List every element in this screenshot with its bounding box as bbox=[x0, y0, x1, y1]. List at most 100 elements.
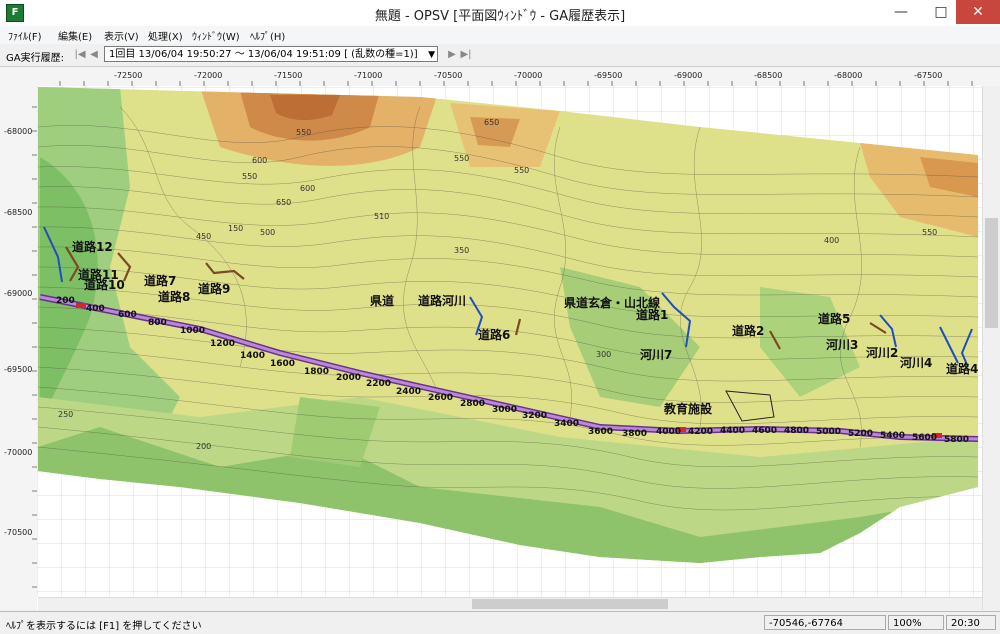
close-button[interactable]: ✕ bbox=[956, 0, 1000, 24]
station-label: 800 bbox=[148, 318, 167, 328]
station-label: 3800 bbox=[622, 429, 647, 439]
elevation-label: 300 bbox=[596, 350, 611, 359]
station-label: 3200 bbox=[522, 411, 547, 421]
station-label: 3000 bbox=[492, 405, 517, 415]
status-bar: ﾍﾙﾌﾟを表示するには [F1] を押してください -70546,-67764 … bbox=[0, 611, 1000, 634]
station-label: 2000 bbox=[336, 373, 361, 383]
ruler-x-label: -72500 bbox=[114, 71, 142, 80]
station-label: 4400 bbox=[720, 426, 745, 436]
elevation-label: 250 bbox=[58, 410, 73, 419]
first-icon[interactable]: |◀ bbox=[74, 48, 86, 62]
ga-history-label: GA実行履歴: bbox=[6, 53, 64, 64]
station-label: 1000 bbox=[180, 326, 205, 336]
ruler-x-label: -67500 bbox=[914, 71, 942, 80]
feature-label: 河川 bbox=[441, 293, 466, 308]
elevation-label: 510 bbox=[374, 212, 389, 221]
elevation-label: 500 bbox=[260, 228, 275, 237]
station-label: 5800 bbox=[944, 435, 969, 445]
menu-edit[interactable]: 編集(E) bbox=[58, 28, 92, 43]
feature-label: 道路10 bbox=[84, 277, 125, 292]
station-label: 2400 bbox=[396, 387, 421, 397]
elevation-label: 550 bbox=[296, 128, 311, 137]
ga-history-value: 1回目 13/06/04 19:50:27 ～ 13/06/04 19:51:0… bbox=[109, 49, 418, 60]
menu-process[interactable]: 処理(X) bbox=[148, 28, 183, 43]
menu-view[interactable]: 表示(V) bbox=[104, 28, 139, 43]
ruler-x-label: -68500 bbox=[754, 71, 782, 80]
station-label: 1200 bbox=[210, 339, 235, 349]
station-label: 1600 bbox=[270, 359, 295, 369]
menu-file[interactable]: ﾌｧｲﾙ(F) bbox=[8, 28, 42, 43]
elevation-label: 550 bbox=[242, 172, 257, 181]
feature-label: 教育施設 bbox=[663, 401, 713, 416]
prev-icon[interactable]: ◀ bbox=[88, 48, 100, 62]
last-icon[interactable]: ▶| bbox=[460, 48, 472, 62]
feature-label: 道路 bbox=[418, 293, 443, 308]
feature-label: 道路9 bbox=[198, 281, 230, 296]
feature-label: 河川3 bbox=[825, 337, 858, 352]
ruler-y-label: -70000 bbox=[4, 448, 32, 457]
status-help-text: ﾍﾙﾌﾟを表示するには [F1] を押してください bbox=[6, 621, 202, 632]
feature-label: 道路1 bbox=[636, 307, 668, 322]
ruler-x-label: -71000 bbox=[354, 71, 382, 80]
feature-label: 県道 bbox=[370, 293, 394, 308]
station-label: 4200 bbox=[688, 427, 713, 437]
station-label: 2200 bbox=[366, 379, 391, 389]
station-label: 3600 bbox=[588, 427, 613, 437]
elevation-label: 600 bbox=[300, 184, 315, 193]
station-label: 3400 bbox=[554, 419, 579, 429]
station-label: 1400 bbox=[240, 351, 265, 361]
chevron-down-icon[interactable]: ▼ bbox=[428, 47, 435, 63]
elevation-label: 550 bbox=[514, 166, 529, 175]
horizontal-scrollbar[interactable] bbox=[38, 597, 982, 611]
map-window[interactable]: -72500 -72000 -71500 -71000 -70500 -7000… bbox=[0, 67, 1000, 610]
station-label: 2600 bbox=[428, 393, 453, 403]
elevation-label: 650 bbox=[484, 118, 499, 127]
elevation-label: 450 bbox=[196, 232, 211, 241]
station-label: 2800 bbox=[460, 399, 485, 409]
station-label: 4600 bbox=[752, 426, 777, 436]
ruler-y-label: -68500 bbox=[4, 208, 32, 217]
ruler-x-label: -71500 bbox=[274, 71, 302, 80]
ruler-x-label: -70000 bbox=[514, 71, 542, 80]
vertical-scrollbar[interactable] bbox=[982, 86, 1000, 610]
horizontal-scroll-thumb[interactable] bbox=[472, 599, 668, 609]
station-label: 4000 bbox=[656, 427, 681, 437]
station-label: 400 bbox=[86, 304, 105, 314]
elevation-label: 150 bbox=[228, 224, 243, 233]
ga-history-select[interactable]: 1回目 13/06/04 19:50:27 ～ 13/06/04 19:51:0… bbox=[104, 46, 438, 62]
status-coordinates: -70546,-67764 bbox=[764, 615, 886, 630]
station-label: 200 bbox=[56, 296, 75, 306]
feature-label: 道路5 bbox=[818, 311, 850, 326]
ruler-y-label: -68000 bbox=[4, 127, 32, 136]
elevation-label: 600 bbox=[252, 156, 267, 165]
station-label: 1800 bbox=[304, 367, 329, 377]
menu-window[interactable]: ｳｨﾝﾄﾞｳ(W) bbox=[192, 28, 240, 43]
minimize-button[interactable]: — bbox=[880, 0, 922, 24]
ruler-y-label: -70500 bbox=[4, 528, 32, 537]
elevation-label: 350 bbox=[454, 246, 469, 255]
elevation-label: 400 bbox=[824, 236, 839, 245]
station-label: 4800 bbox=[784, 426, 809, 436]
plan-view-map[interactable]: -72500 -72000 -71500 -71000 -70500 -7000… bbox=[0, 67, 1000, 610]
ruler-y-label: -69000 bbox=[4, 289, 32, 298]
window-title: 無題 - OPSV [平面図ｳｨﾝﾄﾞｳ - GA履歴表示] bbox=[374, 9, 626, 24]
ruler-x-label: -69500 bbox=[594, 71, 622, 80]
ruler-x-label: -68000 bbox=[834, 71, 862, 80]
title-bar: F 無題 - OPSV [平面図ｳｨﾝﾄﾞｳ - GA履歴表示] — □ ✕ bbox=[0, 0, 1000, 27]
status-zoom: 100% bbox=[888, 615, 944, 630]
vertical-scroll-thumb[interactable] bbox=[985, 218, 998, 328]
feature-label: 道路2 bbox=[732, 323, 764, 338]
ruler-y-label: -69500 bbox=[4, 365, 32, 374]
elevation-label: 550 bbox=[454, 154, 469, 163]
feature-label: 河川4 bbox=[899, 355, 932, 370]
station-label: 5400 bbox=[880, 431, 905, 441]
next-icon[interactable]: ▶ bbox=[446, 48, 458, 62]
elevation-label: 200 bbox=[196, 442, 211, 451]
toolbar: GA実行履歴: |◀ ◀ 1回目 13/06/04 19:50:27 ～ 13/… bbox=[0, 44, 1000, 67]
feature-label: 河川7 bbox=[639, 347, 672, 362]
elevation-label: 650 bbox=[276, 198, 291, 207]
feature-label: 道路8 bbox=[158, 289, 190, 304]
ruler-x-label: -69000 bbox=[674, 71, 702, 80]
menu-help[interactable]: ﾍﾙﾌﾟ(H) bbox=[250, 28, 285, 43]
feature-label: 道路6 bbox=[478, 327, 510, 342]
